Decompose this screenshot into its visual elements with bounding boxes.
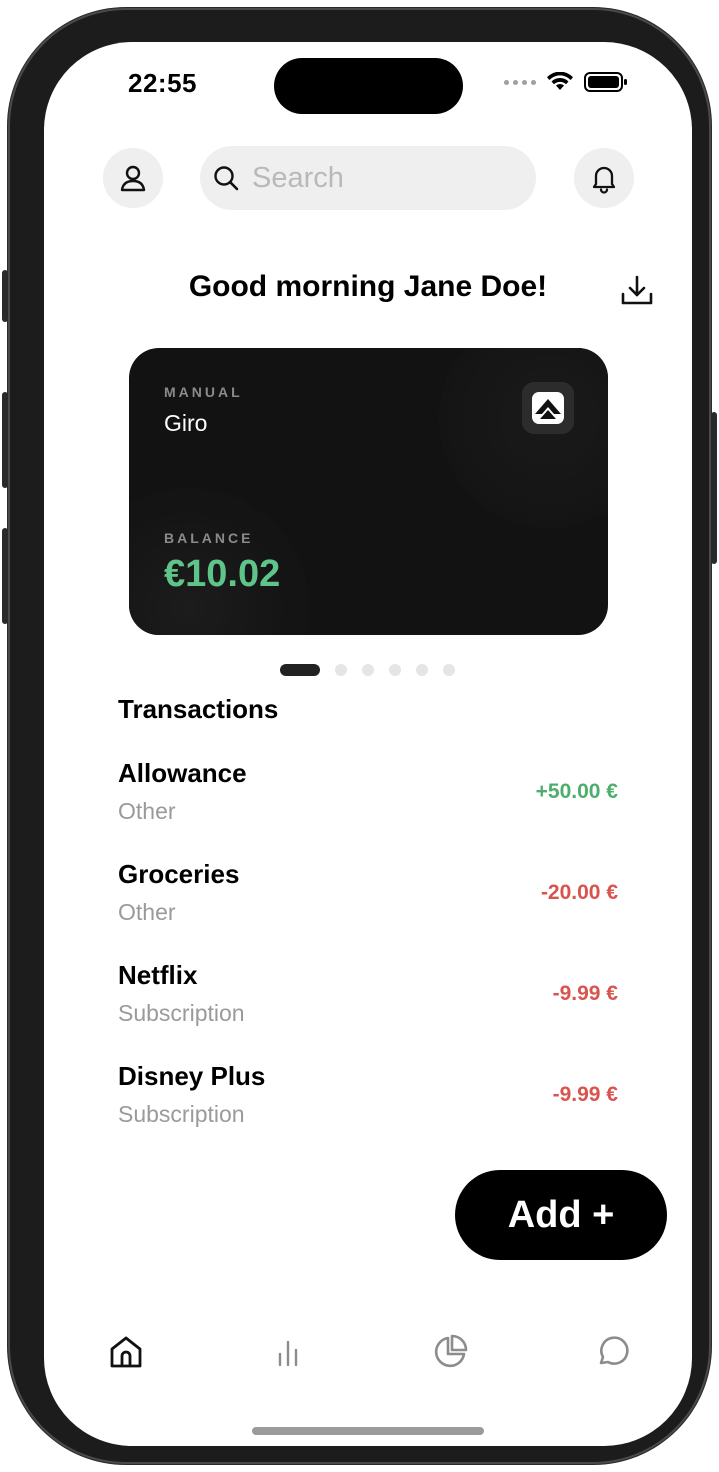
pie-chart-icon [434,1334,468,1368]
page-dot[interactable] [362,664,374,676]
transaction-category: Subscription [118,1101,245,1127]
home-indicator[interactable] [252,1427,484,1435]
status-time: 22:55 [128,68,197,98]
transaction-name: Disney Plus [118,1061,266,1091]
balance-value: €10.02 [164,553,281,595]
card-page-indicator[interactable] [280,664,455,676]
tab-budget[interactable] [430,1332,470,1372]
page-dot[interactable] [335,664,347,676]
bank-logo-icon [532,392,564,424]
page-dot[interactable] [443,664,455,676]
home-icon [110,1336,142,1368]
person-icon [120,165,146,192]
download-button[interactable] [618,272,656,315]
transaction-amount: -9.99 € [552,982,618,1005]
add-transaction-button[interactable]: Add + [455,1170,667,1260]
transaction-name: Groceries [118,859,240,889]
balance-label: BALANCE [164,530,254,546]
tab-statistics[interactable] [268,1332,308,1372]
transaction-name: Netflix [118,960,198,990]
dynamic-island [274,58,463,114]
transaction-name: Allowance [118,758,247,788]
account-card[interactable]: MANUAL Giro BALANCE €10.02 [129,348,608,635]
volume-up-button [2,392,8,488]
transaction-row[interactable]: Netflix Subscription -9.99 € [118,960,618,1040]
greeting-heading: Good morning Jane Doe! [188,270,548,303]
profile-button[interactable] [103,148,163,208]
cellular-signal-icon [504,79,536,85]
phone-frame: 22:55 Search Good morning Jane Doe! MANU… [2,8,717,1464]
action-button [2,270,8,322]
page-dot-active[interactable] [280,664,320,676]
bar-chart-icon [278,1340,298,1367]
transaction-amount: -9.99 € [552,1083,618,1106]
volume-down-button [2,528,8,624]
status-icons [504,72,628,92]
page-dot[interactable] [389,664,401,676]
transactions-title: Transactions [118,694,279,724]
transaction-amount: +50.00 € [535,780,618,803]
wifi-icon [547,72,573,90]
tab-home[interactable] [106,1332,146,1372]
transaction-category: Other [118,798,176,824]
transaction-row[interactable]: Allowance Other +50.00 € [118,758,618,838]
chat-bubble-icon [599,1336,629,1365]
account-name: Giro [164,410,208,436]
bell-icon [592,166,616,194]
battery-icon [584,72,627,92]
tab-messages[interactable] [592,1332,632,1372]
download-icon [621,275,653,305]
transaction-row[interactable]: Disney Plus Subscription -9.99 € [118,1061,618,1141]
power-button [711,412,717,564]
search-bar[interactable] [200,146,536,210]
search-icon [212,164,240,192]
search-input[interactable] [250,160,514,196]
screen: 22:55 Search Good morning Jane Doe! MANU… [44,42,692,1446]
transaction-category: Subscription [118,1000,245,1026]
account-type-label: MANUAL [164,384,243,400]
transaction-row[interactable]: Groceries Other -20.00 € [118,859,618,939]
notifications-button[interactable] [574,148,634,208]
bank-logo [522,382,574,434]
page-dot[interactable] [416,664,428,676]
transaction-category: Other [118,899,176,925]
transaction-amount: -20.00 € [540,881,618,904]
